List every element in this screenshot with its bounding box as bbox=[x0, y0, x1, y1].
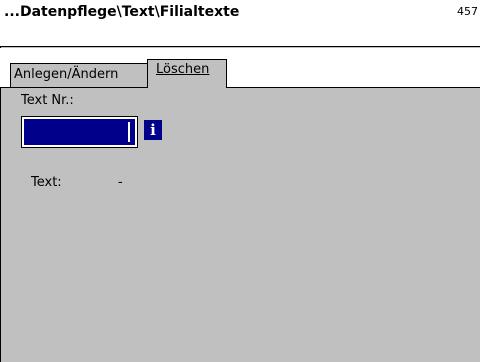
tab-divider bbox=[0, 87, 480, 88]
text-label: Text: bbox=[31, 175, 62, 190]
text-nr-label: Text Nr.: bbox=[21, 93, 74, 108]
text-cursor bbox=[128, 122, 130, 142]
left-border bbox=[0, 47, 1, 362]
title-bar: ...Datenpflege\Text\Filialtexte 457 bbox=[0, 0, 480, 47]
page-title: ...Datenpflege\Text\Filialtexte bbox=[4, 4, 240, 20]
info-icon[interactable]: i bbox=[144, 120, 162, 140]
text-nr-input[interactable] bbox=[21, 116, 138, 148]
tab-loeschen[interactable]: Löschen bbox=[147, 59, 227, 88]
tab-label: Anlegen/Ändern bbox=[14, 67, 119, 82]
app-screen: ...Datenpflege\Text\Filialtexte 457 Anle… bbox=[0, 0, 480, 362]
text-value: - bbox=[118, 175, 123, 190]
tab-anlegen-aendern[interactable]: Anlegen/Ändern bbox=[10, 63, 148, 87]
screen-code: 457 bbox=[457, 5, 478, 18]
tab-label: Löschen bbox=[156, 62, 210, 77]
